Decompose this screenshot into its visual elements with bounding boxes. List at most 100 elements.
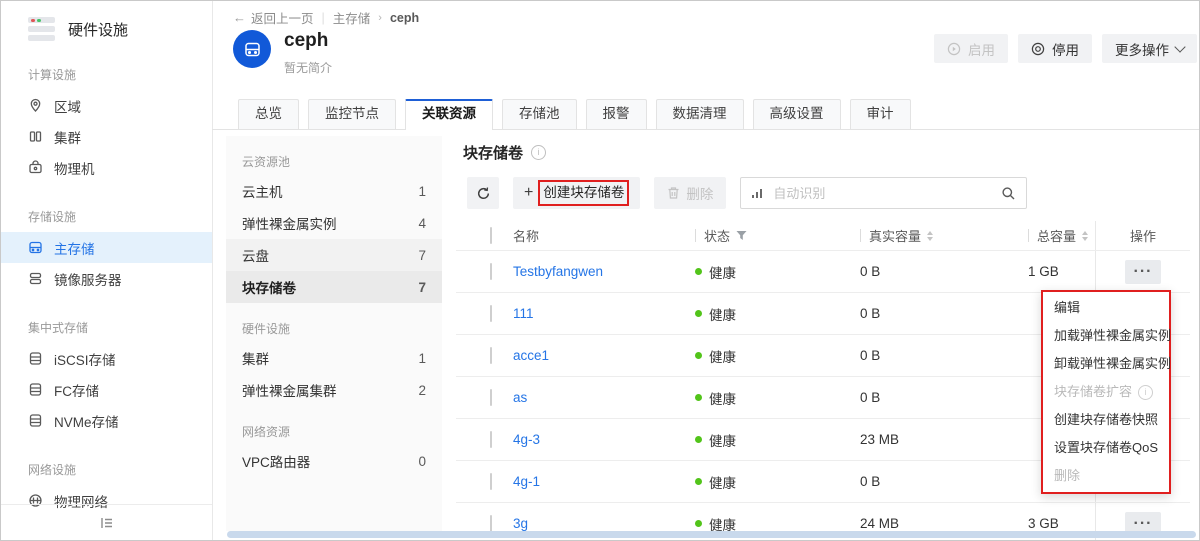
row-checkbox[interactable]: [490, 347, 492, 364]
row-actions-button[interactable]: [1125, 260, 1161, 284]
row-checkbox[interactable]: [490, 263, 492, 280]
volume-name-link[interactable]: Testbyfangwen: [513, 264, 603, 279]
status-dot: [695, 310, 702, 317]
tab-data-cleanup[interactable]: 数据清理: [656, 99, 744, 129]
tab-related-resources[interactable]: 关联资源: [405, 99, 493, 130]
enable-button[interactable]: 启用: [934, 34, 1008, 63]
breadcrumb-parent[interactable]: 主存储: [333, 8, 371, 27]
entity-text: ceph 暂无简介: [284, 30, 332, 76]
enable-label: 启用: [968, 39, 995, 59]
sidebar-item-host[interactable]: 物理机: [1, 152, 212, 183]
disk-icon: [28, 413, 43, 428]
section-label-storage: 存储设施: [28, 208, 212, 225]
resnav-item-vpc-router[interactable]: VPC路由器 0: [226, 445, 442, 477]
disk-icon: [28, 382, 43, 397]
cluster-icon: [28, 129, 43, 144]
entity-header: ceph 暂无简介: [233, 30, 332, 76]
horizontal-scrollbar[interactable]: [227, 531, 1196, 538]
tab-storage-pools[interactable]: 存储池: [502, 99, 577, 129]
row-checkbox[interactable]: [490, 389, 492, 406]
sort-icon[interactable]: [927, 231, 933, 241]
volume-name-link[interactable]: 111: [513, 306, 534, 321]
volume-name-link[interactable]: 3g: [513, 516, 528, 531]
back-link[interactable]: 返回上一页: [233, 8, 314, 27]
status-text: 健康: [709, 430, 736, 450]
col-name: 名称: [513, 226, 539, 245]
resnav-item-cloud-disk[interactable]: 云盘 7: [226, 239, 442, 271]
menu-item-edit[interactable]: 编辑: [1043, 294, 1169, 322]
sidebar-item-nvme[interactable]: NVMe存储: [1, 405, 212, 436]
real-capacity: 0 B: [860, 306, 880, 321]
section-label-network: 网络设施: [28, 461, 212, 478]
sidebar-item-label: 集群: [54, 127, 81, 147]
tab-alarms[interactable]: 报警: [586, 99, 647, 129]
menu-item-create-snapshot[interactable]: 创建块存储卷快照: [1043, 406, 1169, 434]
storage-drive-icon: [243, 40, 262, 59]
more-actions-button[interactable]: 更多操作: [1102, 34, 1197, 63]
row-checkbox[interactable]: [490, 515, 492, 532]
resnav-item-cluster[interactable]: 集群 1: [226, 342, 442, 374]
sidebar-item-image-server[interactable]: 镜像服务器: [1, 263, 212, 294]
menu-item-set-qos[interactable]: 设置块存储卷QoS: [1043, 434, 1169, 462]
resnav-item-baremetal-instance[interactable]: 弹性裸金属实例 4: [226, 207, 442, 239]
breadcrumb: 返回上一页 | 主存储 › ceph: [233, 8, 419, 27]
image-server-icon: [28, 271, 43, 286]
resnav-section-network: 网络资源: [242, 423, 426, 440]
resnav-label: 弹性裸金属集群: [242, 380, 337, 400]
resnav-item-vm[interactable]: 云主机 1: [226, 175, 442, 207]
select-all-checkbox[interactable]: [490, 227, 492, 244]
resnav-count: 7: [418, 248, 426, 263]
volume-name-link[interactable]: 4g-1: [513, 474, 540, 489]
primary-storage-icon: [28, 240, 43, 255]
resnav-label: 云主机: [242, 181, 283, 201]
sidebar-item-label: 主存储: [54, 238, 95, 258]
sidebar-item-zone[interactable]: 区域: [1, 90, 212, 121]
disable-button[interactable]: 停用: [1018, 34, 1092, 63]
create-volume-button[interactable]: 创建块存储卷: [513, 177, 640, 209]
delete-button[interactable]: 删除: [654, 177, 726, 209]
menu-item-detach-baremetal[interactable]: 卸载弹性裸金属实例: [1043, 350, 1169, 378]
search-box: [740, 177, 1027, 209]
menu-item-delete[interactable]: 删除: [1043, 462, 1169, 490]
tab-overview[interactable]: 总览: [238, 99, 299, 129]
tab-advanced-settings[interactable]: 高级设置: [753, 99, 841, 129]
sidebar-item-label: 镜像服务器: [54, 269, 122, 289]
storage-avatar: [233, 30, 271, 68]
search-icon[interactable]: [1001, 186, 1016, 201]
volume-name-link[interactable]: acce1: [513, 348, 549, 363]
sidebar-collapse-button[interactable]: [1, 504, 212, 540]
real-capacity: 0 B: [860, 348, 880, 363]
menu-item-expand-volume[interactable]: 块存储卷扩容: [1043, 378, 1169, 406]
sort-icon[interactable]: [1082, 231, 1088, 241]
stop-circle-icon: [1031, 42, 1045, 56]
sidebar-item-iscsi[interactable]: iSCSI存储: [1, 343, 212, 374]
sidebar-item-fc[interactable]: FC存储: [1, 374, 212, 405]
menu-item-label: 创建块存储卷快照: [1054, 406, 1158, 434]
trash-icon: [667, 186, 680, 200]
host-lock-icon: [28, 160, 43, 175]
volume-name-link[interactable]: as: [513, 390, 527, 405]
status-dot: [695, 352, 702, 359]
status-text: 健康: [709, 346, 736, 366]
tabs-bar: 总览 监控节点 关联资源 存储池 报警 数据清理 高级设置 审计: [212, 99, 1199, 130]
volume-name-link[interactable]: 4g-3: [513, 432, 540, 447]
search-input[interactable]: [771, 185, 993, 202]
resnav-item-baremetal-cluster[interactable]: 弹性裸金属集群 2: [226, 374, 442, 406]
menu-item-label: 编辑: [1054, 294, 1080, 322]
col-real-capacity: 真实容量: [869, 226, 921, 245]
tab-monitor-nodes[interactable]: 监控节点: [308, 99, 396, 129]
row-checkbox[interactable]: [490, 431, 492, 448]
row-checkbox[interactable]: [490, 473, 492, 490]
sidebar-item-primary-storage[interactable]: 主存储: [1, 232, 212, 263]
resnav-item-block-volume[interactable]: 块存储卷 7: [226, 271, 442, 303]
filter-icon[interactable]: [736, 230, 747, 241]
refresh-icon: [476, 186, 491, 201]
more-actions-label: 更多操作: [1115, 39, 1169, 59]
resnav-section-cloud: 云资源池: [242, 153, 426, 170]
tab-audit[interactable]: 审计: [850, 99, 911, 129]
row-checkbox[interactable]: [490, 305, 492, 322]
sidebar-item-cluster[interactable]: 集群: [1, 121, 212, 152]
menu-item-attach-baremetal[interactable]: 加载弹性裸金属实例: [1043, 322, 1169, 350]
info-icon[interactable]: [531, 145, 546, 160]
refresh-button[interactable]: [467, 177, 499, 209]
